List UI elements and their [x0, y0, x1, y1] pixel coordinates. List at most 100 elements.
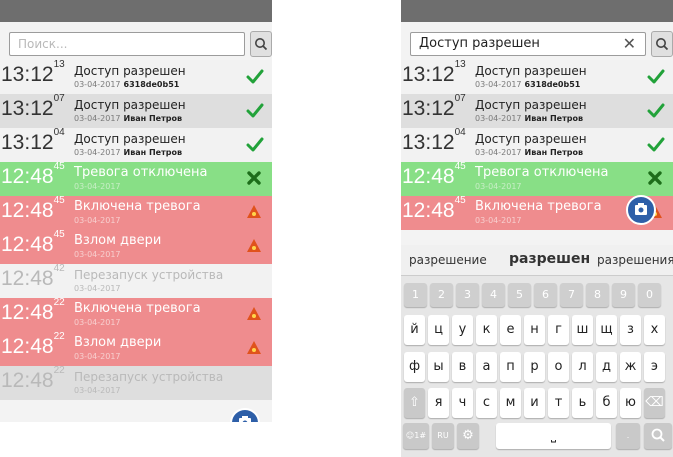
key-с[interactable]: с [476, 388, 497, 418]
event-row[interactable]: 12:4822 Включена тревога 03-04-2017 [0, 298, 272, 332]
key-ы[interactable]: ы [428, 352, 449, 382]
key-х[interactable]: х [644, 315, 665, 345]
key-7[interactable]: 7 [560, 283, 583, 307]
key-а[interactable]: а [476, 352, 497, 382]
key-г[interactable]: г [548, 315, 569, 345]
key-щ[interactable]: щ [596, 315, 617, 345]
export-fab-button[interactable] [626, 195, 656, 225]
alarm-warning-icon [247, 307, 261, 320]
event-time: 13:1207 [1, 94, 65, 120]
event-time: 13:1213 [1, 60, 65, 86]
event-title: Доступ разрешен [475, 64, 587, 78]
event-status-mark [246, 204, 262, 224]
event-date: 03-04-2017 [74, 216, 121, 225]
suggestion-item[interactable]: разрешен [509, 251, 590, 267]
key-ч[interactable]: ч [452, 388, 473, 418]
search-input[interactable]: Поиск... [9, 32, 245, 56]
search-button[interactable] [250, 31, 272, 57]
key-ш[interactable]: ш [572, 315, 593, 345]
suggestion-item[interactable]: разрешение [409, 253, 487, 267]
key-р[interactable]: р [524, 352, 545, 382]
event-title: Доступ разрешен [475, 98, 587, 112]
key-ж[interactable]: ж [620, 352, 641, 382]
key-0[interactable]: 0 [638, 283, 661, 307]
suggestion-item[interactable]: разрешения [597, 253, 673, 267]
key-5[interactable]: 5 [508, 283, 531, 307]
suggestion-strip: разрешение разрешен разрешения [401, 245, 673, 276]
key-п[interactable]: п [500, 352, 521, 382]
event-row[interactable]: 12:4842 Перезапуск устройства 03-04-2017 [0, 264, 272, 298]
event-row[interactable]: 13:1213 Доступ разрешен 03-04-2017 6318de0b… [401, 60, 673, 94]
event-row[interactable]: 13:1204 Доступ разрешен 03-04-2017 Иван Пет… [401, 128, 673, 162]
event-date: 03-04-2017 [74, 148, 121, 157]
key-и[interactable]: и [524, 388, 545, 418]
event-title: Доступ разрешен [74, 64, 186, 78]
key-й[interactable]: й [404, 315, 425, 345]
search-icon [651, 428, 665, 442]
check-icon [647, 103, 665, 118]
event-meta: 03-04-2017 Иван Петров [475, 148, 583, 157]
event-date: 03-04-2017 [74, 80, 121, 89]
event-row[interactable]: 13:1204 Доступ разрешен 03-04-2017 Иван Пет… [0, 128, 272, 162]
event-status-mark [246, 306, 262, 326]
search-input[interactable]: Доступ разрешен ✕ [410, 32, 646, 56]
key-4[interactable]: 4 [482, 283, 505, 307]
event-user: Иван Петров [524, 148, 584, 157]
key-2[interactable]: 2 [430, 283, 453, 307]
key-ф[interactable]: ф [404, 352, 425, 382]
search-button[interactable] [651, 31, 673, 57]
key-д[interactable]: д [596, 352, 617, 382]
close-icon[interactable]: ✕ [623, 34, 636, 53]
key-е[interactable]: е [500, 315, 521, 345]
cross-icon [247, 171, 261, 185]
event-date: 03-04-2017 [74, 284, 121, 293]
event-date: 03-04-2017 [74, 182, 121, 191]
event-row[interactable]: 12:4845 Включена тревога 03-04-2017 [0, 196, 272, 230]
key-н[interactable]: н [524, 315, 545, 345]
key-3[interactable]: 3 [456, 283, 479, 307]
search-key[interactable] [644, 423, 672, 449]
event-status-mark [246, 68, 264, 90]
event-row[interactable]: 13:1213 Доступ разрешен 03-04-2017 6318de0b… [0, 60, 272, 94]
key-у[interactable]: у [452, 315, 473, 345]
symbols-key[interactable]: ☺1# [403, 423, 429, 449]
event-row[interactable]: 12:4845 Взлом двери 03-04-2017 [0, 230, 272, 264]
key-8[interactable]: 8 [586, 283, 609, 307]
key-ь[interactable]: ь [572, 388, 593, 418]
event-status-mark [246, 170, 262, 190]
backspace-key[interactable]: ⌫ [644, 388, 665, 418]
key-ц[interactable]: ц [428, 315, 449, 345]
key-з[interactable]: з [620, 315, 641, 345]
event-row[interactable]: 12:4822 Взлом двери 03-04-2017 [0, 332, 272, 366]
event-row[interactable]: 12:4845 Тревога отключена 03-04-2017 [0, 162, 272, 196]
export-fab-button[interactable] [230, 408, 260, 422]
key-я[interactable]: я [428, 388, 449, 418]
key-к[interactable]: к [476, 315, 497, 345]
key-л[interactable]: л [572, 352, 593, 382]
event-row[interactable]: 13:1207 Доступ разрешен 03-04-2017 Иван Пет… [0, 94, 272, 128]
key-э[interactable]: э [644, 352, 665, 382]
key-9[interactable]: 9 [612, 283, 635, 307]
camera-folder-icon [239, 416, 251, 422]
key-б[interactable]: б [596, 388, 617, 418]
language-key[interactable]: RU [432, 423, 454, 449]
event-row[interactable]: 12:4845 Тревога отключена 03-04-2017 [401, 162, 673, 196]
key-в[interactable]: в [452, 352, 473, 382]
key-6[interactable]: 6 [534, 283, 557, 307]
event-time: 12:4845 [402, 162, 466, 188]
event-meta: 03-04-2017 [74, 352, 121, 361]
key-ю[interactable]: ю [620, 388, 641, 418]
event-time: 12:4845 [1, 162, 65, 188]
space-key[interactable]: ⎵ [496, 423, 611, 449]
event-date: 03-04-2017 [74, 352, 121, 361]
key-м[interactable]: м [500, 388, 521, 418]
key-о[interactable]: о [548, 352, 569, 382]
event-row[interactable]: 12:4822 Перезапуск устройства 03-04-2017 [0, 366, 272, 400]
settings-key[interactable]: ⚙ [457, 423, 479, 449]
key-1[interactable]: 1 [404, 283, 427, 307]
shift-key[interactable]: ⇧ [404, 388, 425, 418]
event-row[interactable]: 13:1207 Доступ разрешен 03-04-2017 Иван Пет… [401, 94, 673, 128]
period-key[interactable]: . [616, 423, 640, 449]
status-bar [401, 0, 673, 22]
key-т[interactable]: т [548, 388, 569, 418]
